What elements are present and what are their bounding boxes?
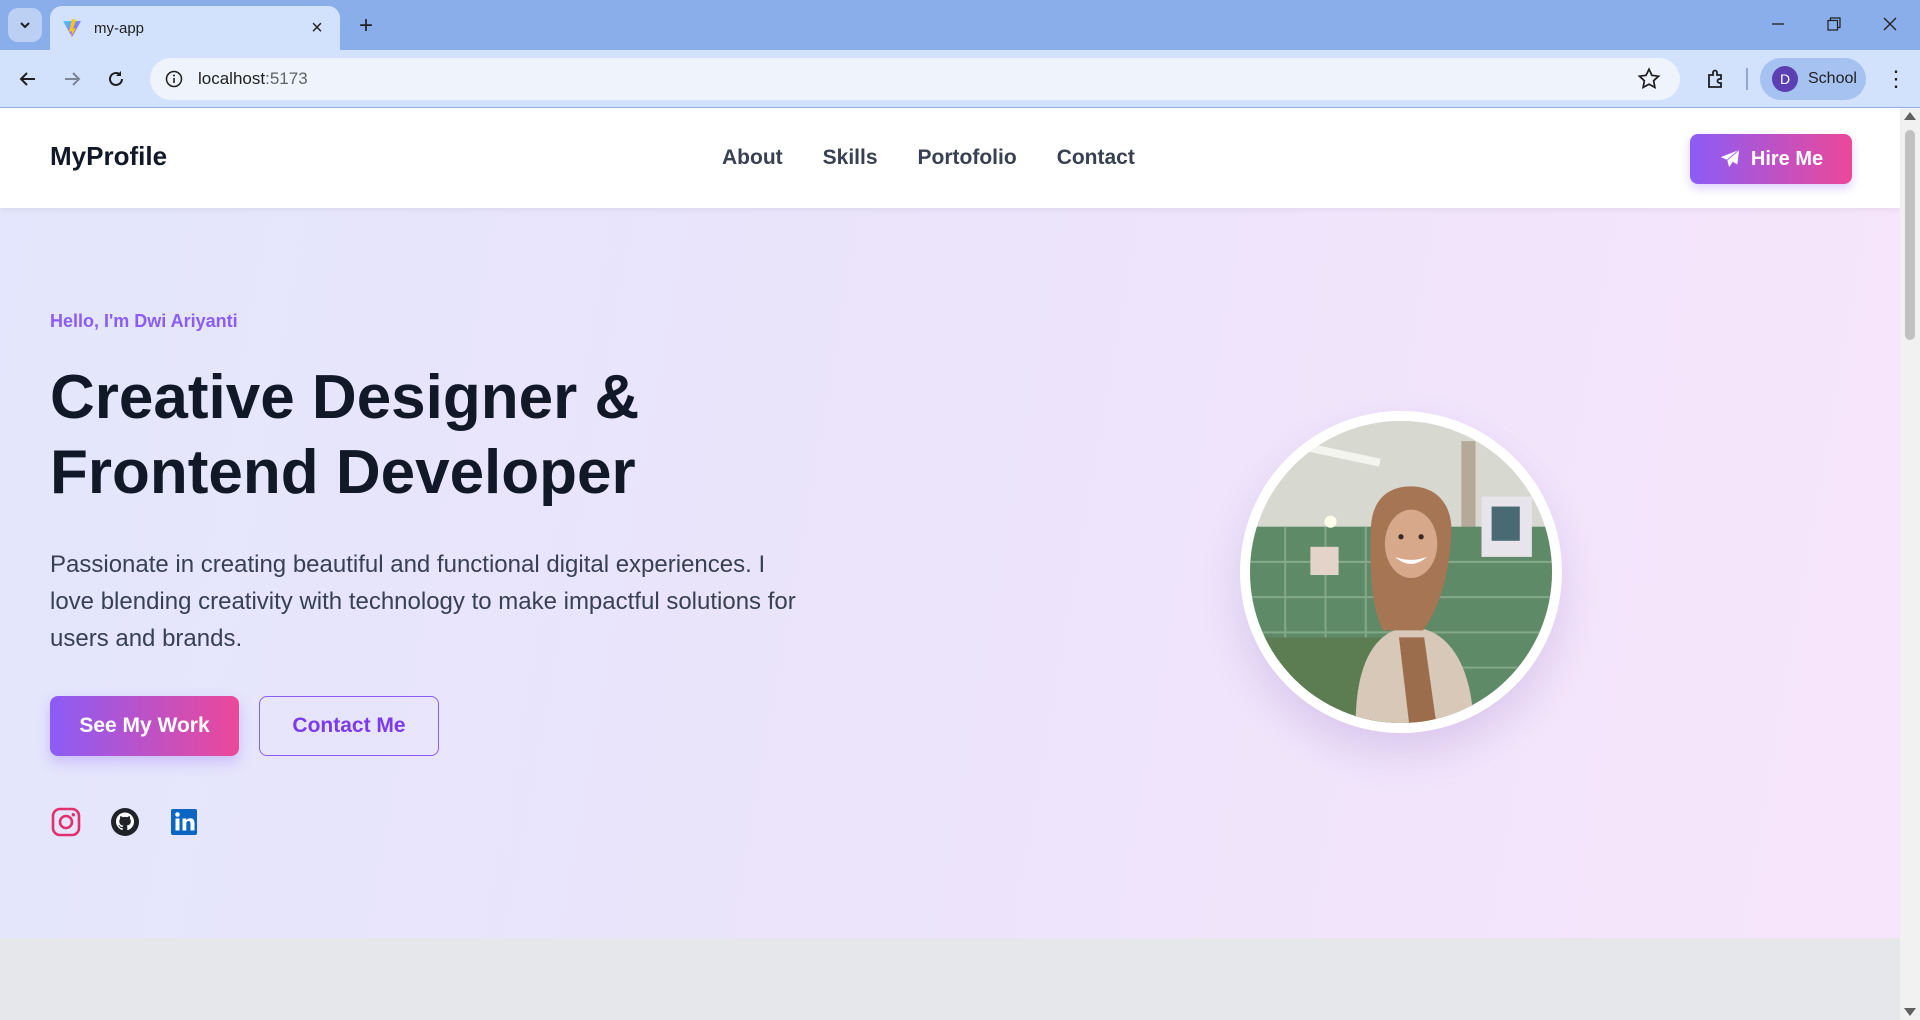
- arrow-right-icon: [65, 72, 81, 86]
- url-text: localhost:5173: [198, 69, 308, 88]
- forward-button[interactable]: [54, 61, 90, 97]
- site-brand[interactable]: MyProfile: [50, 141, 167, 172]
- profile-photo: [1250, 421, 1552, 723]
- profile-name: School: [1808, 70, 1857, 87]
- vite-icon: [63, 19, 81, 37]
- linkedin-icon[interactable]: [168, 806, 200, 838]
- hero-section: Hello, I'm Dwi Ariyanti Creative Designe…: [0, 208, 1900, 938]
- browser-toolbar: localhost:5173 D School ⋮: [0, 50, 1920, 108]
- avatar: D: [1772, 66, 1798, 92]
- nav-link-portofolio[interactable]: Portofolio: [918, 146, 1017, 170]
- reload-icon: [109, 71, 123, 86]
- scrollbar-thumb[interactable]: [1905, 130, 1915, 340]
- minimize-button[interactable]: [1750, 6, 1806, 42]
- tab-search-button[interactable]: [8, 8, 42, 42]
- page-scrollbar[interactable]: [1900, 108, 1920, 1020]
- close-window-button[interactable]: [1862, 6, 1918, 42]
- hero-headline: Creative Designer & Frontend Developer: [50, 360, 850, 510]
- site-header: MyProfile About Skills Portofolio Contac…: [0, 108, 1900, 208]
- headline-line-1: Creative Designer &: [50, 363, 640, 432]
- scroll-down-arrow-icon[interactable]: [1904, 1008, 1916, 1016]
- hero-greeting: Hello, I'm Dwi Ariyanti: [50, 311, 238, 331]
- browser-tab[interactable]: my-app ×: [50, 6, 340, 50]
- hire-me-button[interactable]: Hire Me: [1690, 134, 1852, 184]
- tab-close-icon[interactable]: ×: [306, 17, 328, 39]
- restore-button[interactable]: [1806, 6, 1862, 42]
- page-viewport: MyProfile About Skills Portofolio Contac…: [0, 108, 1900, 1020]
- profile-button[interactable]: D School: [1760, 58, 1866, 100]
- site-nav: About Skills Portofolio Contact: [722, 146, 1135, 170]
- hero-description: Passionate in creating beautiful and fun…: [50, 551, 796, 652]
- arrow-left-icon: [19, 72, 35, 86]
- address-bar[interactable]: localhost:5173: [150, 58, 1680, 100]
- extensions-puzzle-icon[interactable]: [1700, 63, 1732, 95]
- github-icon[interactable]: [109, 806, 141, 838]
- nav-link-contact[interactable]: Contact: [1057, 146, 1135, 170]
- paper-plane-icon: [1720, 149, 1740, 168]
- close-icon: [1883, 17, 1897, 31]
- browser-menu-icon[interactable]: ⋮: [1880, 63, 1912, 95]
- scroll-up-arrow-icon[interactable]: [1904, 112, 1916, 120]
- browser-tabstrip: my-app × +: [0, 0, 1920, 50]
- headline-line-2: Frontend Developer: [50, 438, 636, 507]
- contact-me-button[interactable]: Contact Me: [259, 696, 439, 756]
- see-my-work-button[interactable]: See My Work: [50, 696, 239, 756]
- hire-me-label: Hire Me: [1750, 147, 1824, 170]
- chevron-down-icon: [20, 22, 30, 29]
- nav-link-about[interactable]: About: [722, 146, 783, 170]
- site-info-icon[interactable]: [160, 65, 188, 93]
- tab-title: my-app: [94, 19, 145, 37]
- back-button[interactable]: [10, 61, 46, 97]
- new-tab-button[interactable]: +: [352, 12, 380, 40]
- profile-photo-frame: [1240, 411, 1562, 733]
- toolbar-divider: [1746, 68, 1748, 90]
- instagram-icon[interactable]: [50, 806, 82, 838]
- reload-button[interactable]: [98, 61, 134, 97]
- minimize-icon: [1772, 23, 1784, 25]
- bookmark-star-icon[interactable]: [1636, 66, 1662, 92]
- nav-link-skills[interactable]: Skills: [823, 146, 878, 170]
- restore-icon: [1827, 17, 1841, 31]
